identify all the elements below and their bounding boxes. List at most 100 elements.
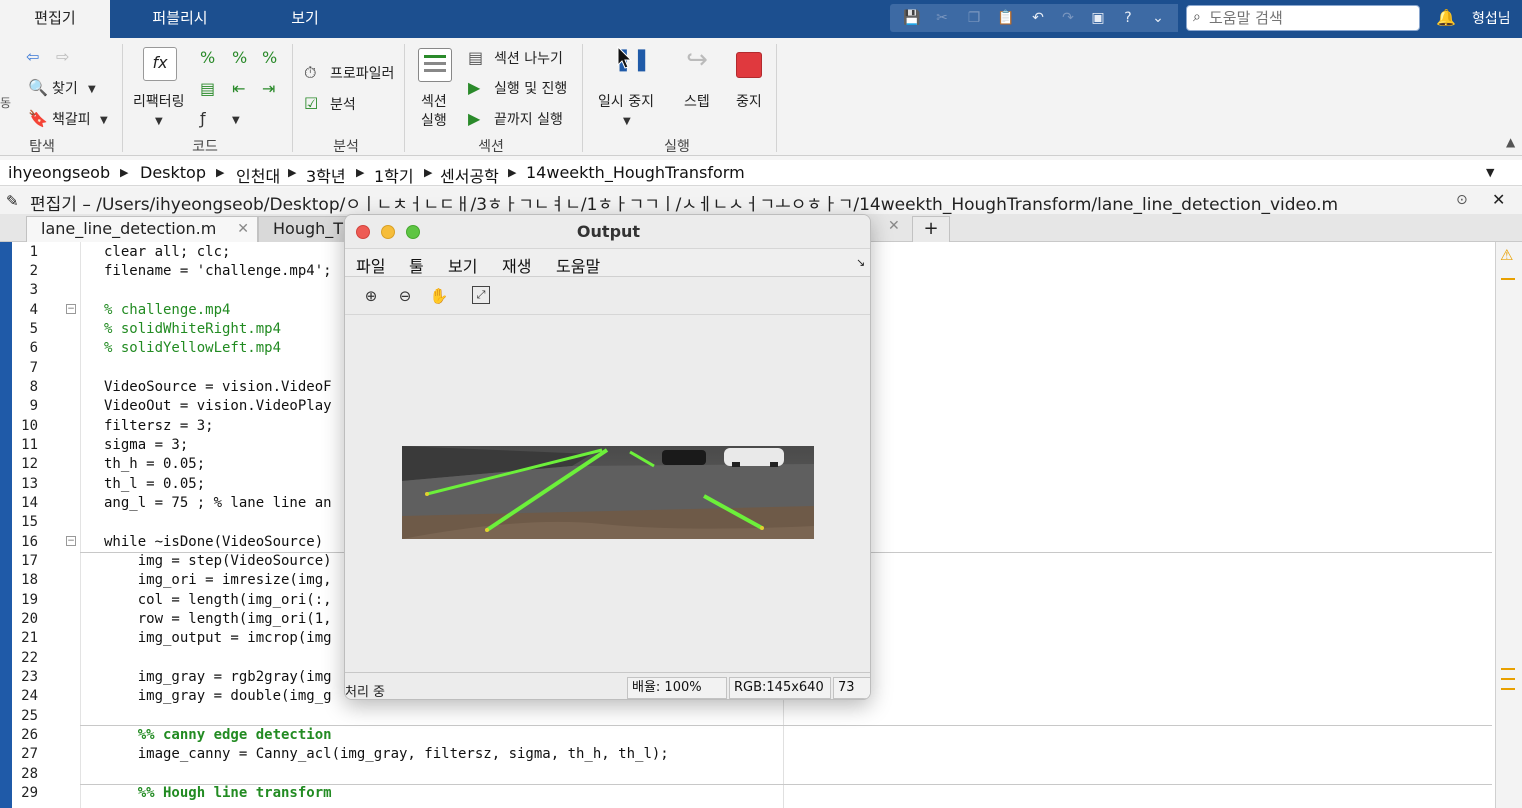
code-line: sigma = 3; — [104, 437, 189, 453]
fold-toggle[interactable]: − — [66, 536, 76, 546]
pan-hand-icon[interactable]: ✋ — [429, 286, 449, 306]
analyze-button[interactable]: 분석 — [330, 94, 356, 114]
indent-icon[interactable]: ▤ — [200, 79, 215, 99]
collapse-ribbon-icon[interactable]: ▲ — [1506, 132, 1515, 152]
menu-playback[interactable]: 재생 — [502, 253, 531, 277]
run-section-label-1[interactable]: 섹션 — [421, 91, 447, 111]
help-icon[interactable]: ? — [1118, 8, 1138, 28]
run-to-end-button[interactable]: 끝까지 실행 — [494, 109, 563, 129]
back-arrow-icon[interactable]: ⇦ — [26, 47, 39, 67]
new-tab-button[interactable]: + — [912, 216, 950, 242]
pause-button[interactable]: 일시 중지 — [598, 91, 654, 111]
step-button[interactable]: 스텝 — [684, 91, 710, 111]
cut-icon[interactable]: ✂ — [932, 8, 952, 28]
output-window[interactable]: Output 파일 툴 보기 재생 도움말 ↘ ⊕ ⊖ ✋ ⤢ 처리 중 배율:… — [344, 214, 871, 700]
code-line: % solidWhiteRight.mp4 — [104, 321, 282, 337]
comment-icon[interactable]: % — [200, 48, 215, 68]
run-advance-button[interactable]: 실행 및 진행 — [494, 78, 567, 98]
menu-file[interactable]: 파일 — [356, 253, 385, 277]
function-icon[interactable]: ƒ — [200, 109, 206, 129]
search-icon: ⌕ — [1193, 9, 1201, 25]
chevron-right-icon[interactable]: ▶ — [288, 166, 296, 179]
line-number: 21 — [21, 630, 38, 646]
breadcrumb-item[interactable]: Desktop — [140, 163, 206, 182]
video-canvas — [345, 315, 870, 671]
chevron-right-icon[interactable]: ▶ — [216, 166, 224, 179]
chevron-down-icon[interactable]: ▼ — [155, 116, 163, 127]
expand-icon[interactable]: ↘ — [856, 256, 865, 269]
breadcrumb-item[interactable]: ihyeongseob — [8, 163, 110, 182]
close-icon[interactable]: ✕ — [237, 217, 249, 241]
editor-tab[interactable]: lane_line_detection.m ✕ — [26, 216, 258, 242]
menu-tools[interactable]: 툴 — [409, 253, 424, 277]
refactor-button[interactable]: 리팩터링 — [133, 91, 185, 111]
chevron-down-icon[interactable]: ▼ — [88, 84, 96, 95]
save-icon[interactable]: 💾 — [902, 8, 922, 28]
copy-icon[interactable]: ❐ — [964, 8, 984, 28]
warning-marker[interactable] — [1501, 278, 1515, 280]
warning-marker[interactable] — [1501, 688, 1515, 690]
section-break-button[interactable]: 섹션 나누기 — [494, 48, 563, 68]
warning-icon[interactable]: ⚠ — [1500, 246, 1513, 264]
undo-icon[interactable]: ↶ — [1028, 8, 1048, 28]
code-line: ang_l = 75 ; % lane line an — [104, 495, 332, 511]
window-icon[interactable]: ▣ — [1088, 8, 1108, 28]
redo-icon[interactable]: ↷ — [1058, 8, 1078, 28]
editor-titlebar: ✎ 편집기 – /Users/ihyeongseob/Desktop/ㅇㅣㄴㅊㅓ… — [0, 188, 1522, 215]
breadcrumb-item[interactable]: 3학년 — [306, 163, 346, 187]
code-line: while ~isDone(VideoSource) — [104, 534, 324, 550]
output-titlebar[interactable]: Output — [345, 215, 870, 249]
profiler-button[interactable]: 프로파일러 — [330, 63, 394, 83]
zoom-out-icon[interactable]: ⊖ — [395, 286, 415, 306]
output-toolbar: ⊕ ⊖ ✋ ⤢ — [345, 277, 870, 315]
fold-toggle[interactable]: − — [66, 304, 76, 314]
run-section-label-2[interactable]: 실행 — [421, 110, 447, 130]
options-icon[interactable]: ⊙ — [1456, 192, 1468, 208]
bell-icon[interactable]: 🔔 — [1436, 8, 1456, 27]
tab-view[interactable]: 보기 — [250, 0, 360, 38]
uncomment-icon[interactable]: % — [232, 48, 247, 68]
warning-marker[interactable] — [1501, 678, 1515, 680]
group-label-navigate: 탐색 — [29, 139, 55, 155]
close-icon[interactable]: ✕ — [888, 218, 900, 234]
chevron-down-icon[interactable]: ▼ — [232, 115, 240, 126]
menu-help[interactable]: 도움말 — [556, 253, 600, 277]
line-number: 7 — [29, 360, 38, 376]
line-number: 9 — [29, 398, 38, 414]
code-line: row = length(img_ori(1, — [104, 611, 332, 627]
code-line: filtersz = 3; — [104, 418, 214, 434]
search-input[interactable] — [1209, 8, 1409, 28]
find-button[interactable]: 찾기 — [52, 78, 78, 98]
breadcrumb-item[interactable]: 인천대 — [236, 163, 280, 187]
bookmark-button[interactable]: 책갈피 — [52, 109, 91, 129]
wrap-comment-icon[interactable]: % — [262, 48, 277, 68]
chevron-down-icon[interactable]: ▼ — [623, 116, 631, 127]
chevron-right-icon[interactable]: ▶ — [356, 166, 364, 179]
zoom-in-icon[interactable]: ⊕ — [361, 286, 381, 306]
line-number: 12 — [21, 456, 38, 472]
breadcrumb-item[interactable]: 센서공학 — [440, 163, 499, 187]
tab-publish[interactable]: 퍼블리시 — [120, 0, 240, 38]
tab-editor[interactable]: 편집기 — [0, 0, 110, 38]
user-menu[interactable]: 형섭님 — [1472, 8, 1511, 28]
menu-view[interactable]: 보기 — [448, 253, 477, 277]
increase-indent-icon[interactable]: ⇥ — [262, 79, 275, 99]
chevron-down-icon[interactable]: ▼ — [1486, 166, 1494, 179]
breadcrumb-item[interactable]: 14weekth_HoughTransform — [526, 163, 745, 182]
breadcrumb-item[interactable]: 1학기 — [374, 163, 414, 187]
chevron-right-icon[interactable]: ▶ — [424, 166, 432, 179]
stop-button[interactable]: 중지 — [736, 91, 762, 111]
line-number: 14 — [21, 495, 38, 511]
close-icon[interactable]: ✕ — [1492, 190, 1505, 209]
group-label-section: 섹션 — [478, 139, 504, 155]
fit-to-window-icon[interactable]: ⤢ — [472, 286, 490, 304]
warning-marker[interactable] — [1501, 668, 1515, 670]
chevron-right-icon[interactable]: ▶ — [508, 166, 516, 179]
chevron-right-icon[interactable]: ▶ — [120, 166, 128, 179]
chevron-down-icon[interactable]: ▼ — [100, 115, 108, 126]
decrease-indent-icon[interactable]: ⇤ — [232, 79, 245, 99]
paste-icon[interactable]: 📋 — [996, 8, 1016, 28]
dropdown-icon[interactable]: ⌄ — [1148, 8, 1168, 28]
forward-arrow-icon[interactable]: ⇨ — [56, 47, 69, 67]
help-search[interactable]: ⌕ — [1186, 5, 1420, 31]
